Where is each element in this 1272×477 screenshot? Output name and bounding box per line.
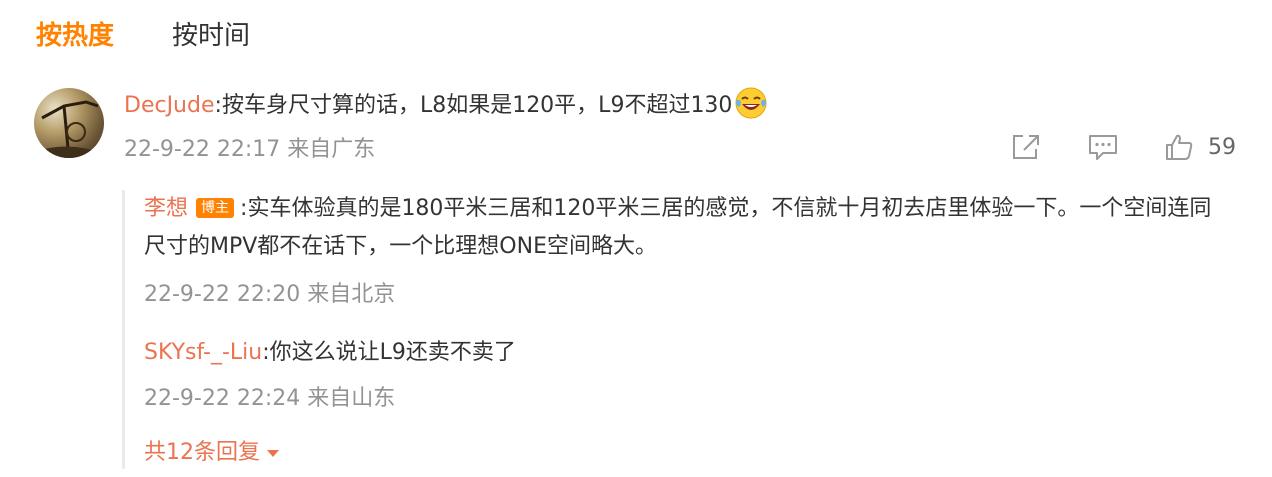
- sort-tabs: 按热度 按时间: [36, 18, 250, 54]
- comment-body: DecJude:按车身尺寸算的话，L8如果是120平，L9不超过130: [124, 86, 1244, 125]
- thumbs-up-icon: [1166, 134, 1193, 160]
- more-replies-link[interactable]: 共12条回复: [144, 437, 279, 469]
- reply-username[interactable]: SKYsf-_-Liu: [144, 340, 262, 365]
- reply-meta: 22-9-22 22:20 来自北京: [144, 279, 1232, 311]
- reply-meta: 22-9-22 22:24 来自山东: [144, 383, 1232, 415]
- comment-separator: :: [214, 93, 222, 118]
- reply-body: 李想 博主:实车体验真的是180平米三居和120平米三居的感觉，不信就十月初去店里…: [144, 190, 1232, 266]
- reply-item: SKYsf-_-Liu:你这么说让L9还卖不卖了 22-9-22 22:24 来…: [144, 334, 1232, 415]
- comment-icon: [1089, 135, 1117, 160]
- reply-text: 你这么说让L9还卖不卖了: [269, 340, 516, 365]
- laughing-tears-emoji-icon: [734, 86, 768, 120]
- reply-separator: :: [262, 340, 270, 365]
- reply-item: 李想 博主:实车体验真的是180平米三居和120平米三居的感觉，不信就十月初去店里…: [144, 190, 1232, 311]
- avatar[interactable]: [34, 88, 104, 158]
- reply-location: 来自北京: [307, 282, 396, 307]
- comment-time: 22-9-22 22:17: [124, 137, 281, 162]
- reply-button[interactable]: [1087, 132, 1119, 162]
- comment-username[interactable]: DecJude: [124, 93, 215, 118]
- like-button[interactable]: 59: [1164, 132, 1236, 162]
- reply-text: 实车体验真的是180平米三居和120平米三居的感觉，不信就十月初去店里体验一下。…: [144, 196, 1212, 259]
- more-replies-label: 共12条回复: [144, 440, 260, 465]
- share-button[interactable]: [1010, 132, 1042, 162]
- reply-body: SKYsf-_-Liu:你这么说让L9还卖不卖了: [144, 334, 1232, 372]
- comment-actions: 59: [1010, 132, 1236, 162]
- tab-sort-by-hot[interactable]: 按热度: [36, 18, 114, 54]
- share-icon: [1013, 135, 1039, 159]
- comment-text: 按车身尺寸算的话，L8如果是120平，L9不超过130: [221, 93, 733, 118]
- reply-time: 22-9-22 22:24: [144, 386, 301, 411]
- reply-time: 22-9-22 22:20: [144, 282, 301, 307]
- comment-location: 来自广东: [287, 137, 376, 162]
- reply-list: 李想 博主: 实车体验真的是180平米三居和120平米三居的感觉，不信就十月初去店里…: [122, 190, 1232, 469]
- caret-down-icon: [267, 449, 279, 457]
- reply-location: 来自山东: [307, 386, 396, 411]
- tab-sort-by-time[interactable]: 按时间: [172, 18, 250, 54]
- reply-username[interactable]: 李想: [144, 196, 188, 221]
- like-count: 59: [1208, 134, 1236, 160]
- author-badge: 博主: [196, 198, 235, 218]
